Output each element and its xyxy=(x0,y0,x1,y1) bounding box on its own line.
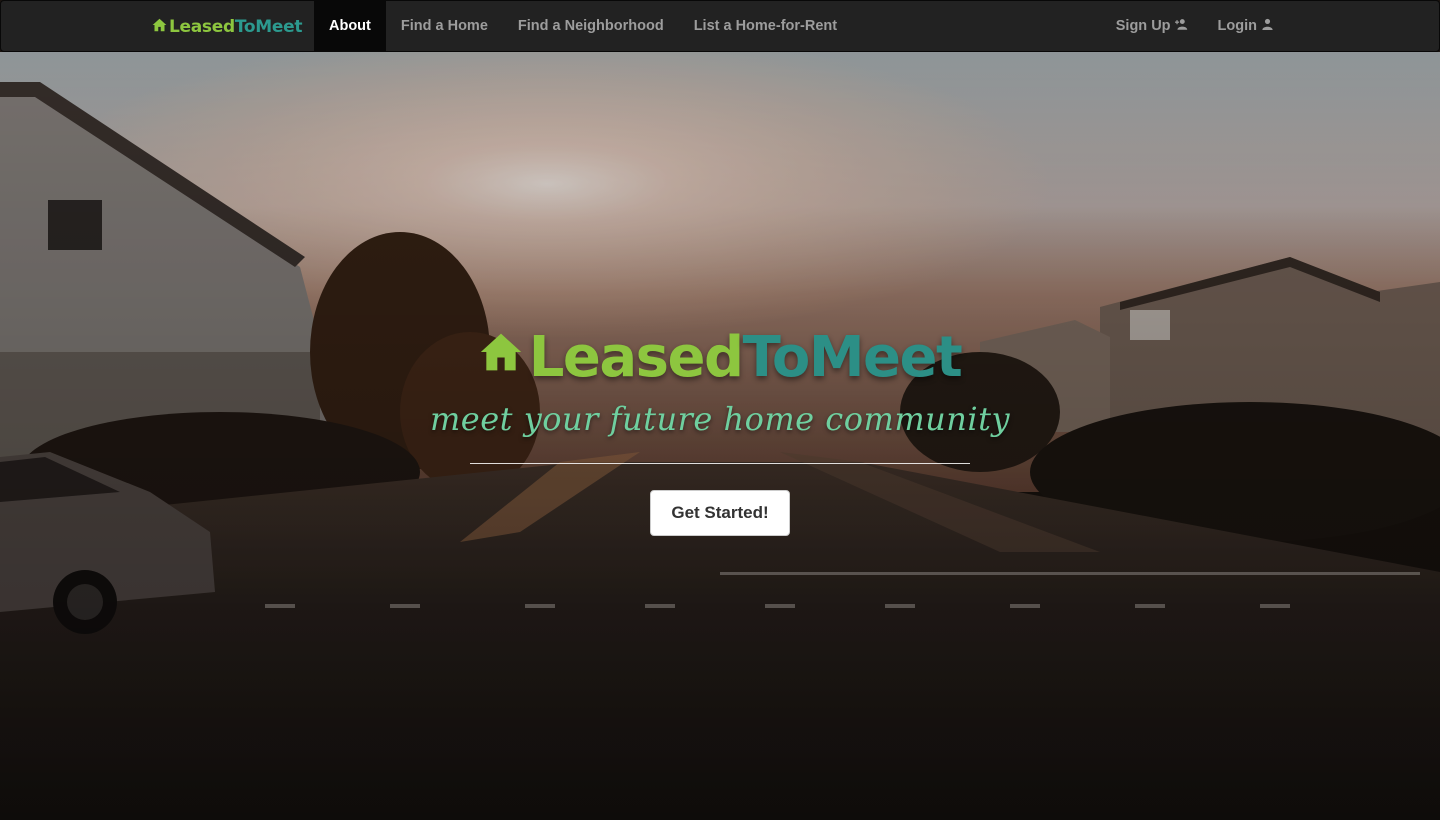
nav-list-a-home-for-rent[interactable]: List a Home-for-Rent xyxy=(679,1,852,51)
nav-about[interactable]: About xyxy=(314,1,386,51)
hero-tagline: meet your future home community xyxy=(429,400,1011,438)
hero-logo-part1: Leased xyxy=(528,324,744,390)
get-started-button[interactable]: Get Started! xyxy=(650,490,790,536)
signup-label: Sign Up xyxy=(1115,18,1171,34)
user-icon xyxy=(1262,18,1273,30)
hero-logo-part2: ToMeet xyxy=(742,324,963,390)
account-nav: Sign Up Login xyxy=(1101,1,1289,51)
login-link[interactable]: Login xyxy=(1203,1,1289,51)
brand-name-part1: Leased xyxy=(169,17,235,37)
nav-find-a-home[interactable]: Find a Home xyxy=(386,1,503,51)
house-icon xyxy=(480,333,521,371)
nav-find-a-neighborhood[interactable]: Find a Neighborhood xyxy=(503,1,679,51)
hero-section: Leased ToMeet meet your future home commu… xyxy=(0,52,1440,820)
hero-divider xyxy=(470,463,970,464)
main-nav: About Find a Home Find a Neighborhood Li… xyxy=(314,1,852,51)
brand-logo[interactable]: Leased ToMeet xyxy=(152,1,302,53)
house-icon xyxy=(152,18,167,32)
navbar: Leased ToMeet About Find a Home Find a Ne… xyxy=(0,0,1440,52)
user-plus-icon xyxy=(1174,19,1187,30)
brand-name-part2: ToMeet xyxy=(234,17,303,37)
login-label: Login xyxy=(1217,18,1257,34)
signup-link[interactable]: Sign Up xyxy=(1101,1,1203,51)
hero-logo: Leased ToMeet xyxy=(0,322,1440,392)
